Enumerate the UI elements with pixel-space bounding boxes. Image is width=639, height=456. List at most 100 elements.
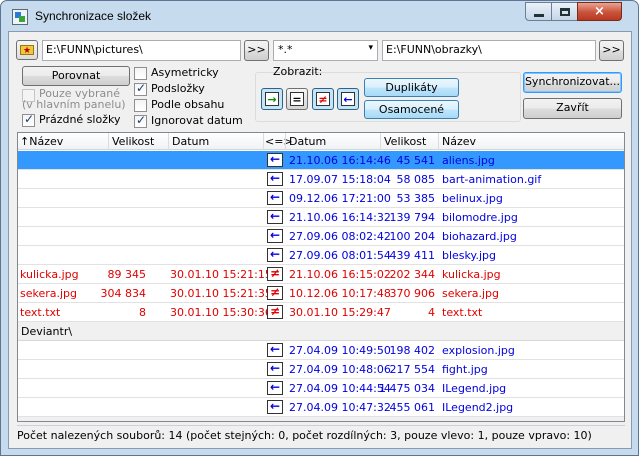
column-header-name-right[interactable]: Název (442, 135, 476, 148)
right-file-date: 27.04.09 10:44:54 (289, 382, 391, 395)
right-file-date: 27.09.06 08:01:54 (289, 249, 391, 262)
show-equal-toggle[interactable]: = (286, 88, 308, 110)
display-label: Zobrazit: (273, 65, 323, 78)
copy-left-icon[interactable]: ← (267, 248, 283, 262)
table-row[interactable]: text.txt 8 30.01.10 15:30:36 ≠ 30.01.10 15:2… (18, 303, 624, 322)
sort-arrow-icon: ↑ (20, 135, 30, 148)
right-file-size: 217 554 (389, 363, 436, 376)
table-row[interactable]: sekera.jpg 304 834 30.01.10 15:21:35 ≠ 10.12… (18, 284, 624, 303)
duplicates-button[interactable]: Duplikáty (364, 78, 459, 97)
right-file-name: biohazard.jpg (442, 230, 517, 243)
empty-folders-label: Prázdné složky (39, 113, 121, 126)
title-bar[interactable]: Synchronizace složek × (1, 1, 638, 31)
left-browse-button[interactable]: >> (244, 40, 269, 61)
copy-left-icon[interactable]: ← (267, 172, 283, 186)
right-file-date: 27.04.09 10:48:06 (289, 363, 391, 376)
table-row[interactable]: ← 17.09.07 15:18:04 58 085 bart-animation.g… (18, 170, 624, 189)
right-file-size: 58 085 (396, 173, 436, 186)
table-row[interactable]: ← 09.12.06 17:21:00 53 385 belinux.jpg (18, 189, 624, 208)
right-file-size: 1 475 034 (379, 382, 435, 395)
not-equal-icon[interactable]: ≠ (267, 305, 283, 319)
right-file-size: 4 (428, 306, 435, 319)
ignore-date-label: Ignorovat datum (151, 114, 243, 127)
right-file-size: 53 385 (396, 192, 436, 205)
table-row[interactable]: ← 27.04.09 10:47:32 455 061 ILegend2.jpg (18, 398, 624, 417)
table-row[interactable]: ← 21.10.06 16:14:32 139 794 bilomodre.jpg (18, 208, 624, 227)
status-bar: Počet nalezených souborů: 14 (počet stej… (17, 425, 625, 443)
right-browse-button[interactable]: >> (599, 40, 624, 61)
table-row[interactable]: ← 27.09.06 08:01:54 439 411 blesky.jpg (18, 246, 624, 265)
right-file-date: 21.10.06 16:14:32 (289, 211, 391, 224)
right-file-size: 455 061 (389, 401, 436, 414)
copy-left-icon[interactable]: ← (267, 343, 283, 357)
left-path-input[interactable]: E:\FUNN\pictures\ (42, 40, 241, 61)
right-file-date: 21.10.06 16:15:02 (289, 268, 391, 281)
table-row[interactable]: ← 21.10.06 16:14:46 45 541 aliens.jpg (18, 151, 624, 170)
right-file-name: bilomodre.jpg (442, 211, 518, 224)
right-file-date: 17.09.07 15:18:04 (289, 173, 391, 186)
right-file-size: 439 411 (389, 249, 436, 262)
right-file-date: 27.04.09 10:47:32 (289, 401, 391, 414)
right-path-input[interactable]: E:\FUNN\obrazky\ (382, 40, 596, 61)
grid-header: ↑Název Velikost Datum <=> Datum Velikost… (18, 133, 624, 150)
show-different-toggle[interactable]: ≠ (312, 88, 334, 110)
table-row[interactable]: ← 27.04.09 10:48:06 217 554 fight.jpg (18, 360, 624, 379)
compare-button[interactable]: Porovnat (22, 66, 130, 86)
copy-left-icon[interactable]: ← (267, 400, 283, 414)
star-icon: ★ (23, 46, 32, 56)
right-file-date: 30.01.10 15:29:47 (289, 306, 391, 319)
copy-left-icon[interactable]: ← (267, 229, 283, 243)
table-row[interactable]: ← 27.04.09 10:44:54 1 475 034 ILegend.jpg (18, 379, 624, 398)
equal-icon: = (290, 92, 304, 106)
synchronize-button[interactable]: Synchronizovat... (523, 72, 622, 93)
copy-left-icon[interactable]: ← (267, 381, 283, 395)
orphans-button[interactable]: Osamocené (364, 100, 459, 119)
table-row[interactable]: ← 27.09.06 08:02:42 100 204 biohazard.jpg (18, 227, 624, 246)
close-button[interactable]: Zavřít (523, 98, 622, 119)
right-file-date: 27.09.06 08:02:42 (289, 230, 391, 243)
folder-name: Deviantr\ (21, 325, 73, 338)
left-file-size: 8 (139, 306, 146, 319)
favorites-folder-button[interactable]: ★ (16, 40, 38, 60)
table-row[interactable]: kulicka.jpg 89 345 30.01.10 15:21:15 ≠ 21.10… (18, 265, 624, 284)
file-filter-select[interactable]: *.* ▾ (273, 40, 378, 61)
column-header-size-right[interactable]: Velikost (384, 135, 426, 148)
copy-left-icon[interactable]: ← (267, 191, 283, 205)
right-file-name: bart-animation.gif (442, 173, 542, 186)
close-icon: × (594, 4, 605, 19)
column-header-name-left[interactable]: ↑Název (20, 135, 63, 148)
copy-left-icon[interactable]: ← (267, 210, 283, 224)
right-file-date: 09.12.06 17:21:00 (289, 192, 391, 205)
show-copy-left-toggle[interactable]: ← (337, 88, 359, 110)
left-file-date: 30.01.10 15:21:15 (170, 268, 272, 281)
folder-row[interactable]: Deviantr\ (18, 322, 624, 341)
app-window: Synchronizace složek × ★ E:\FUNN\picture… (0, 0, 639, 456)
folder-row[interactable]: Male\ (18, 417, 624, 421)
column-header-date-right[interactable]: Datum (289, 135, 326, 148)
right-file-date: 10.12.06 10:17:48 (289, 287, 391, 300)
window-title: Synchronizace složek (35, 9, 152, 23)
maximize-icon (560, 8, 570, 16)
right-file-size: 370 906 (389, 287, 436, 300)
right-file-size: 202 344 (389, 268, 436, 281)
right-file-name: sekera.jpg (442, 287, 500, 300)
right-file-name: ILegend.jpg (442, 382, 507, 395)
asymmetric-label: Asymetricky (151, 66, 219, 79)
maximize-button[interactable] (551, 2, 578, 21)
close-window-button[interactable]: × (577, 2, 622, 21)
right-file-size: 139 794 (389, 211, 436, 224)
column-header-size-left[interactable]: Velikost (112, 135, 154, 148)
comparison-grid[interactable]: ↑Název Velikost Datum <=> Datum Velikost… (17, 132, 625, 422)
copy-left-icon[interactable]: ← (267, 362, 283, 376)
table-row[interactable]: ← 27.04.09 10:49:50 198 402 explosion.jpg (18, 341, 624, 360)
column-header-date-left[interactable]: Datum (172, 135, 209, 148)
left-file-name: sekera.jpg (20, 287, 78, 300)
left-file-size: 304 834 (100, 287, 147, 300)
minimize-button[interactable] (525, 2, 552, 21)
copy-left-icon[interactable]: ← (267, 153, 283, 167)
not-equal-icon[interactable]: ≠ (267, 267, 283, 281)
right-file-name: aliens.jpg (442, 154, 495, 167)
right-file-size: 45 541 (396, 154, 436, 167)
show-copy-right-toggle[interactable]: → (261, 88, 283, 110)
not-equal-icon[interactable]: ≠ (267, 286, 283, 300)
